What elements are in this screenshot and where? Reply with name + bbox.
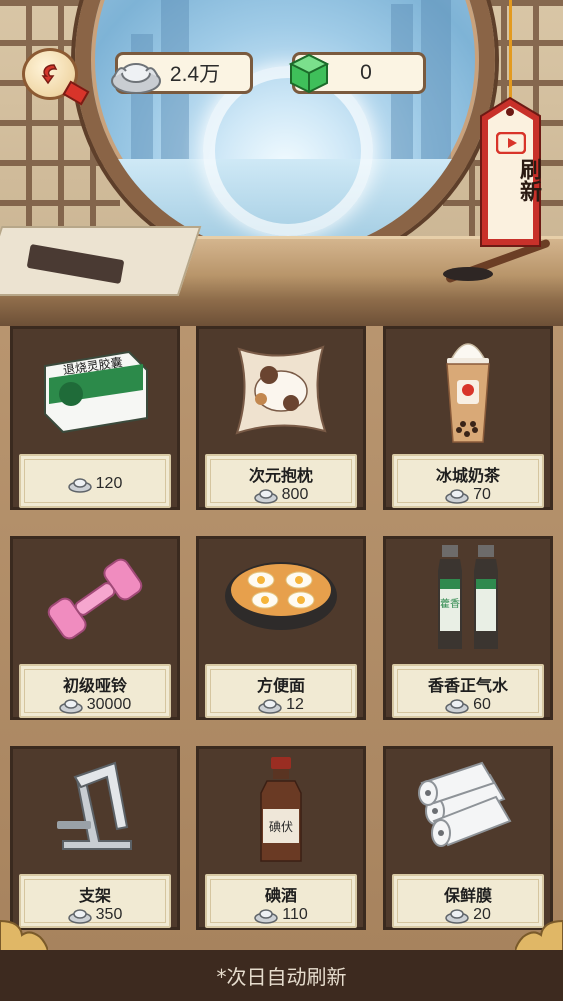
phone-stand-icon bbox=[10, 746, 180, 872]
jade-amount: 0 bbox=[360, 61, 372, 84]
tag-string bbox=[509, 0, 512, 100]
item-name: 初级哑铃 bbox=[62, 676, 127, 695]
price-value: 70 bbox=[473, 486, 491, 503]
price-value: 120 bbox=[95, 475, 123, 492]
item-label: 碘酒 110 bbox=[205, 874, 357, 928]
shop-item-plastic-wrap[interactable]: 保鲜膜 20 bbox=[383, 746, 553, 930]
shop-item-pillow[interactable]: 次元抱枕 800 bbox=[196, 326, 366, 510]
item-price: 120 bbox=[21, 475, 169, 493]
item-name: 碘酒 bbox=[264, 886, 297, 905]
item-price: 800 bbox=[207, 486, 355, 504]
medicine-box-icon: 退烧灵胶囊 bbox=[10, 326, 180, 452]
silver-ingot-icon bbox=[445, 489, 469, 504]
dumbbell-icon bbox=[10, 536, 180, 662]
silver-ingot-icon bbox=[67, 909, 92, 924]
shelf-top-board bbox=[0, 300, 563, 326]
price-value: 60 bbox=[473, 696, 491, 713]
item-label: 香香正气水 60 bbox=[392, 664, 544, 718]
iodine-bottle-icon: 碘伏 bbox=[196, 746, 366, 872]
shop-item-phone-stand[interactable]: 支架 350 bbox=[10, 746, 180, 930]
plastic-wrap-icon bbox=[383, 746, 553, 872]
silver-currency-display: 2.4万 bbox=[111, 52, 253, 94]
refresh-button[interactable]: 刷新 bbox=[479, 96, 542, 248]
silver-ingot-icon bbox=[111, 63, 161, 94]
price-value: 110 bbox=[282, 906, 308, 923]
refresh-note-text: *次日自动刷新 bbox=[216, 965, 347, 989]
price-value: 30000 bbox=[86, 696, 132, 713]
jade-cube-icon bbox=[288, 53, 330, 94]
item-label: 初级哑铃 30000 bbox=[19, 664, 171, 718]
brush-rest-icon bbox=[443, 238, 553, 285]
item-label: 方便面 12 bbox=[205, 664, 357, 718]
item-name: 方便面 bbox=[256, 676, 305, 695]
item-label: 120 bbox=[19, 454, 171, 508]
item-label: 次元抱枕 800 bbox=[205, 454, 357, 508]
silver-ingot-icon bbox=[254, 909, 278, 924]
noodle-bowl-icon bbox=[196, 536, 366, 662]
refresh-label: 刷新 bbox=[516, 158, 541, 202]
shop-item-instant-noodles[interactable]: 方便面 12 bbox=[196, 536, 366, 720]
jade-currency-display: 0 bbox=[288, 52, 426, 94]
pillow-icon bbox=[196, 326, 366, 452]
item-price: 30000 bbox=[21, 696, 169, 714]
refresh-note: *次日自动刷新 bbox=[0, 950, 563, 1001]
item-price: 70 bbox=[394, 486, 542, 504]
price-value: 800 bbox=[281, 486, 309, 503]
silver-ingot-icon bbox=[258, 699, 282, 714]
back-button[interactable] bbox=[22, 48, 90, 106]
iodine-label-text: 碘伏 bbox=[269, 820, 293, 834]
price-value: 12 bbox=[286, 696, 304, 713]
shop-item-milk-tea[interactable]: 冰城奶茶 70 bbox=[383, 326, 553, 510]
item-price: 110 bbox=[207, 906, 355, 924]
video-icon bbox=[496, 132, 526, 154]
silver-amount: 2.4万 bbox=[169, 63, 221, 86]
silver-ingot-icon bbox=[253, 489, 278, 504]
shop-item-fever-capsule[interactable]: 退烧灵胶囊 120 bbox=[10, 326, 180, 510]
silver-ingot-icon bbox=[445, 909, 469, 924]
cloud-ornament-icon bbox=[0, 919, 48, 951]
shop-item-iodine[interactable]: 碘伏 碘酒 110 bbox=[196, 746, 366, 930]
item-price: 60 bbox=[394, 696, 542, 714]
item-name: 支架 bbox=[78, 886, 111, 905]
item-name: 保鲜膜 bbox=[443, 886, 492, 905]
item-name: 香香正气水 bbox=[427, 676, 508, 695]
silver-ingot-icon bbox=[445, 699, 469, 714]
item-name: 次元抱枕 bbox=[248, 466, 313, 485]
price-value: 350 bbox=[95, 906, 123, 923]
price-value: 20 bbox=[473, 906, 491, 923]
item-price: 12 bbox=[207, 696, 355, 714]
cloud-ornament-icon bbox=[515, 919, 563, 951]
silver-ingot-icon bbox=[59, 699, 83, 714]
bottle-label-text: 藿香 bbox=[440, 597, 460, 610]
item-label: 冰城奶茶 70 bbox=[392, 454, 544, 508]
back-arrow-icon bbox=[41, 64, 58, 85]
herbal-bottles-icon: 藿香 bbox=[383, 536, 553, 662]
silver-ingot-icon bbox=[67, 478, 92, 493]
shop-item-herbal-water[interactable]: 藿香 香香正气水 60 bbox=[383, 536, 553, 720]
shop-item-dumbbell[interactable]: 初级哑铃 30000 bbox=[10, 536, 180, 720]
item-name: 冰城奶茶 bbox=[435, 466, 500, 485]
milk-tea-icon bbox=[383, 326, 553, 452]
